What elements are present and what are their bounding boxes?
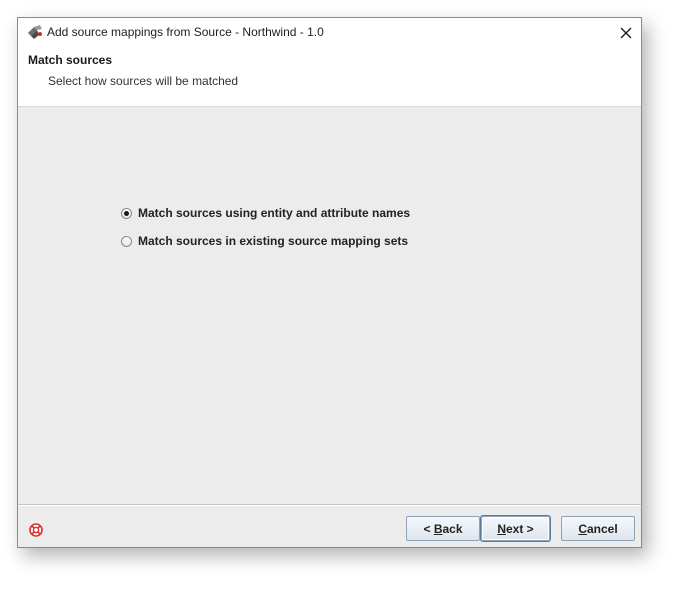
cancel-rest: ancel	[586, 521, 618, 536]
option-existing-mapping-sets[interactable]: Match sources in existing source mapping…	[121, 234, 408, 248]
back-button[interactable]: < Back	[406, 516, 480, 541]
back-prefix: <	[423, 521, 434, 536]
cancel-button[interactable]: Cancel	[561, 516, 635, 541]
wizard-header: Match sources Select how sources will be…	[18, 47, 641, 107]
help-icon[interactable]	[29, 523, 43, 537]
cancel-mnemonic: C	[578, 521, 587, 536]
wizard-footer: < Back Next > Cancel	[18, 506, 641, 547]
close-button[interactable]	[611, 18, 641, 47]
wizard-dialog: Add source mappings from Source - Northw…	[17, 17, 642, 548]
option-label: Match sources in existing source mapping…	[138, 234, 409, 248]
window-title: Add source mappings from Source - Northw…	[47, 25, 324, 39]
title-bar[interactable]: Add source mappings from Source - Northw…	[18, 18, 641, 47]
page-title: Match sources	[28, 53, 113, 67]
back-rest: ack	[442, 521, 463, 536]
next-mnemonic: N	[497, 521, 506, 536]
next-rest: ext >	[505, 521, 534, 536]
option-label: Match sources using entity and attribute…	[138, 206, 411, 220]
radio-button[interactable]	[121, 235, 132, 247]
app-icon	[28, 25, 42, 39]
next-button[interactable]: Next >	[481, 516, 550, 541]
page-subtitle: Select how sources will be matched	[48, 74, 239, 88]
radio-button-selected[interactable]	[121, 207, 132, 219]
close-icon	[620, 27, 632, 38]
back-mnemonic: B	[433, 521, 443, 536]
option-entity-attribute-names[interactable]: Match sources using entity and attribute…	[121, 206, 410, 220]
wizard-content: Match sources using entity and attribute…	[18, 107, 641, 504]
